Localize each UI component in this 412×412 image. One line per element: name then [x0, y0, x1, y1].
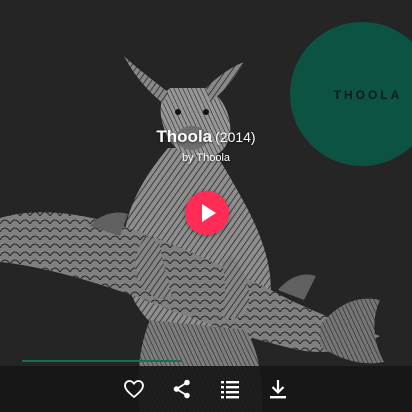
- download-icon: [270, 380, 286, 399]
- play-button[interactable]: [185, 191, 229, 235]
- share-button[interactable]: [170, 377, 194, 401]
- like-button[interactable]: [122, 377, 146, 401]
- album-year: (2014): [215, 129, 256, 145]
- download-button[interactable]: [266, 377, 290, 401]
- progress-bar: [22, 360, 182, 362]
- artist-link[interactable]: by Thoola: [0, 151, 412, 165]
- heart-icon: [124, 380, 144, 398]
- share-icon: [173, 379, 190, 399]
- add-to-queue-button[interactable]: [218, 377, 242, 401]
- play-icon: [202, 204, 216, 222]
- album-info: Thoola (2014) by Thoola: [0, 126, 412, 165]
- embedded-album-player: THOOLA Thoola (2014) by Thoola: [0, 0, 412, 412]
- action-toolbar: [0, 366, 412, 412]
- add-to-queue-icon: [221, 381, 239, 399]
- title-line: Thoola (2014): [0, 126, 412, 148]
- album-title[interactable]: Thoola: [156, 127, 212, 146]
